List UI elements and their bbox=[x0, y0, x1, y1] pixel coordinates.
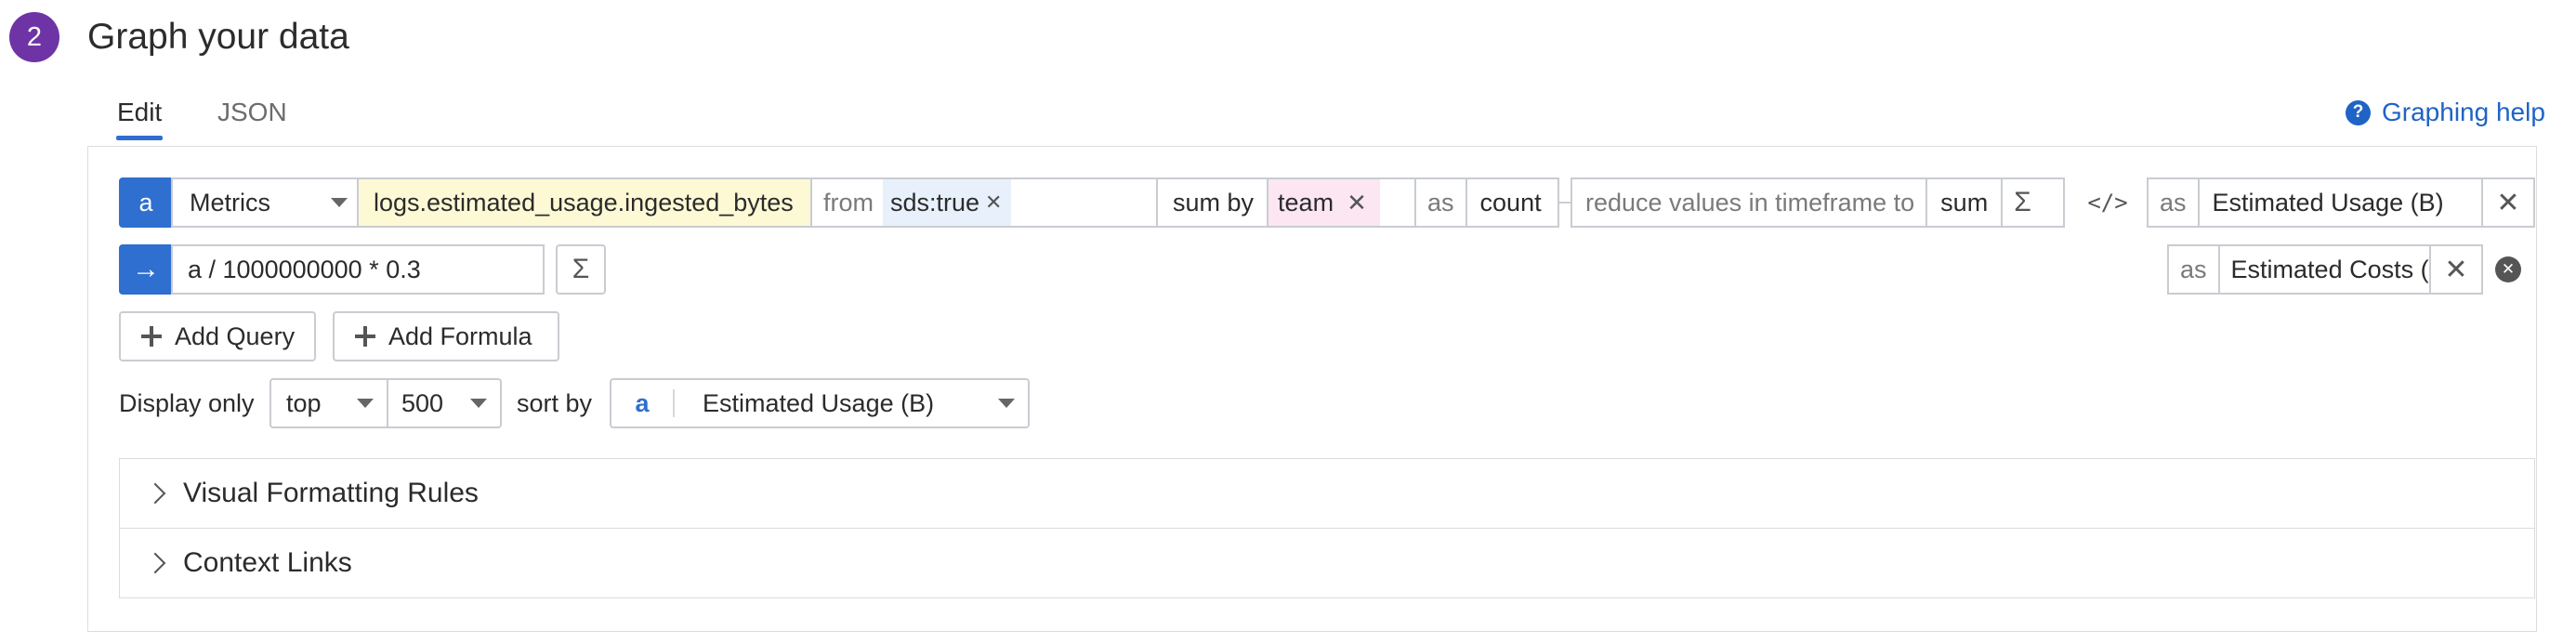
query-alias-value: Estimated Usage (B) bbox=[2212, 188, 2444, 217]
chevron-down-icon bbox=[470, 399, 487, 408]
sort-value: Estimated Usage (B) bbox=[703, 388, 935, 417]
formula-alias-value: Estimated Costs ( bbox=[2230, 255, 2429, 283]
code-toggle-icon[interactable]: </> bbox=[2087, 188, 2127, 217]
visual-formatting-rules-section[interactable]: Visual Formatting Rules bbox=[119, 458, 2535, 529]
add-formula-label: Add Formula bbox=[388, 322, 532, 350]
formula-arrow-icon: → bbox=[119, 244, 173, 295]
graphing-help-link[interactable]: ? Graphing help bbox=[2346, 94, 2545, 131]
as-type-value: count bbox=[1479, 188, 1542, 217]
sigma-icon[interactable]: Σ bbox=[2003, 187, 2043, 218]
chevron-right-icon bbox=[144, 482, 166, 505]
chevron-right-icon bbox=[144, 552, 166, 574]
from-label: from bbox=[823, 188, 874, 217]
graph-editor: 2 Graph your data Edit JSON ? Graphing h… bbox=[0, 0, 2576, 643]
group-tag-chip[interactable]: team ✕ bbox=[1268, 179, 1380, 226]
active-tab-indicator bbox=[116, 136, 163, 140]
chevron-down-icon bbox=[357, 399, 374, 408]
display-only-label: Display only bbox=[119, 388, 255, 417]
tab-json[interactable]: JSON bbox=[217, 94, 287, 131]
data-source-select[interactable]: Metrics bbox=[171, 177, 359, 228]
from-filter-field[interactable]: from sds:true ✕ bbox=[810, 177, 1158, 228]
question-circle-icon: ? bbox=[2346, 99, 2371, 125]
formula-input[interactable]: a / 1000000000 * 0.3 bbox=[171, 244, 545, 295]
as-label: as bbox=[1416, 179, 1467, 226]
section-title: Graph your data bbox=[87, 17, 349, 57]
remove-group-icon[interactable]: ✕ bbox=[1347, 189, 1367, 217]
data-source-value: Metrics bbox=[190, 188, 270, 217]
clear-alias-icon[interactable]: ✕ bbox=[2481, 179, 2533, 226]
group-tag-label: team bbox=[1278, 188, 1334, 217]
add-query-button[interactable]: Add Query bbox=[119, 311, 316, 361]
add-query-label: Add Query bbox=[175, 322, 296, 350]
sort-letter: a bbox=[611, 389, 675, 417]
chevron-down-icon bbox=[998, 399, 1015, 408]
step-number-badge: 2 bbox=[9, 12, 59, 62]
limit-value: 500 bbox=[401, 388, 444, 417]
plus-icon bbox=[141, 326, 162, 347]
group-by-field[interactable]: sum by team ✕ bbox=[1156, 177, 1416, 228]
reduce-value: sum bbox=[1927, 179, 2004, 226]
formula-sigma-button[interactable]: Σ bbox=[556, 244, 606, 295]
context-links-label: Context Links bbox=[183, 547, 352, 578]
as-type-field[interactable]: as count bbox=[1414, 177, 1559, 228]
sort-select[interactable]: a Estimated Usage (B) bbox=[610, 378, 1030, 428]
limit-select[interactable]: 500 bbox=[387, 378, 502, 428]
order-value: top bbox=[286, 388, 322, 417]
formula-alias-field[interactable]: as Estimated Costs ( ✕ bbox=[2167, 244, 2483, 295]
metric-input[interactable]: logs.estimated_usage.ingested_bytes bbox=[357, 177, 812, 228]
visual-formatting-rules-label: Visual Formatting Rules bbox=[183, 478, 479, 508]
reduce-label: reduce values in timeframe to bbox=[1572, 179, 1928, 226]
context-links-section[interactable]: Context Links bbox=[119, 528, 2535, 598]
tab-edit[interactable]: Edit bbox=[117, 94, 162, 131]
query-letter-badge[interactable]: a bbox=[119, 177, 173, 228]
clear-formula-alias-icon[interactable]: ✕ bbox=[2429, 246, 2481, 293]
order-select[interactable]: top bbox=[269, 378, 388, 428]
reduce-field[interactable]: reduce values in timeframe to sum Σ bbox=[1571, 177, 2065, 228]
remove-formula-icon[interactable]: ✕ bbox=[2495, 256, 2521, 282]
graphing-help-label: Graphing help bbox=[2382, 98, 2545, 126]
chevron-down-icon bbox=[331, 198, 348, 207]
sum-by-label: sum by bbox=[1158, 179, 1269, 226]
filter-tag-label: sds:true bbox=[890, 188, 980, 217]
remove-tag-icon[interactable]: ✕ bbox=[985, 190, 1002, 215]
filter-tag-chip[interactable]: sds:true ✕ bbox=[883, 179, 1012, 226]
query-alias-field[interactable]: as Estimated Usage (B) ✕ bbox=[2147, 177, 2535, 228]
sort-by-label: sort by bbox=[517, 388, 593, 417]
add-formula-button[interactable]: Add Formula bbox=[333, 311, 559, 361]
formula-alias-as-label: as bbox=[2169, 246, 2220, 293]
plus-icon bbox=[355, 326, 375, 347]
alias-as-label: as bbox=[2149, 179, 2200, 226]
